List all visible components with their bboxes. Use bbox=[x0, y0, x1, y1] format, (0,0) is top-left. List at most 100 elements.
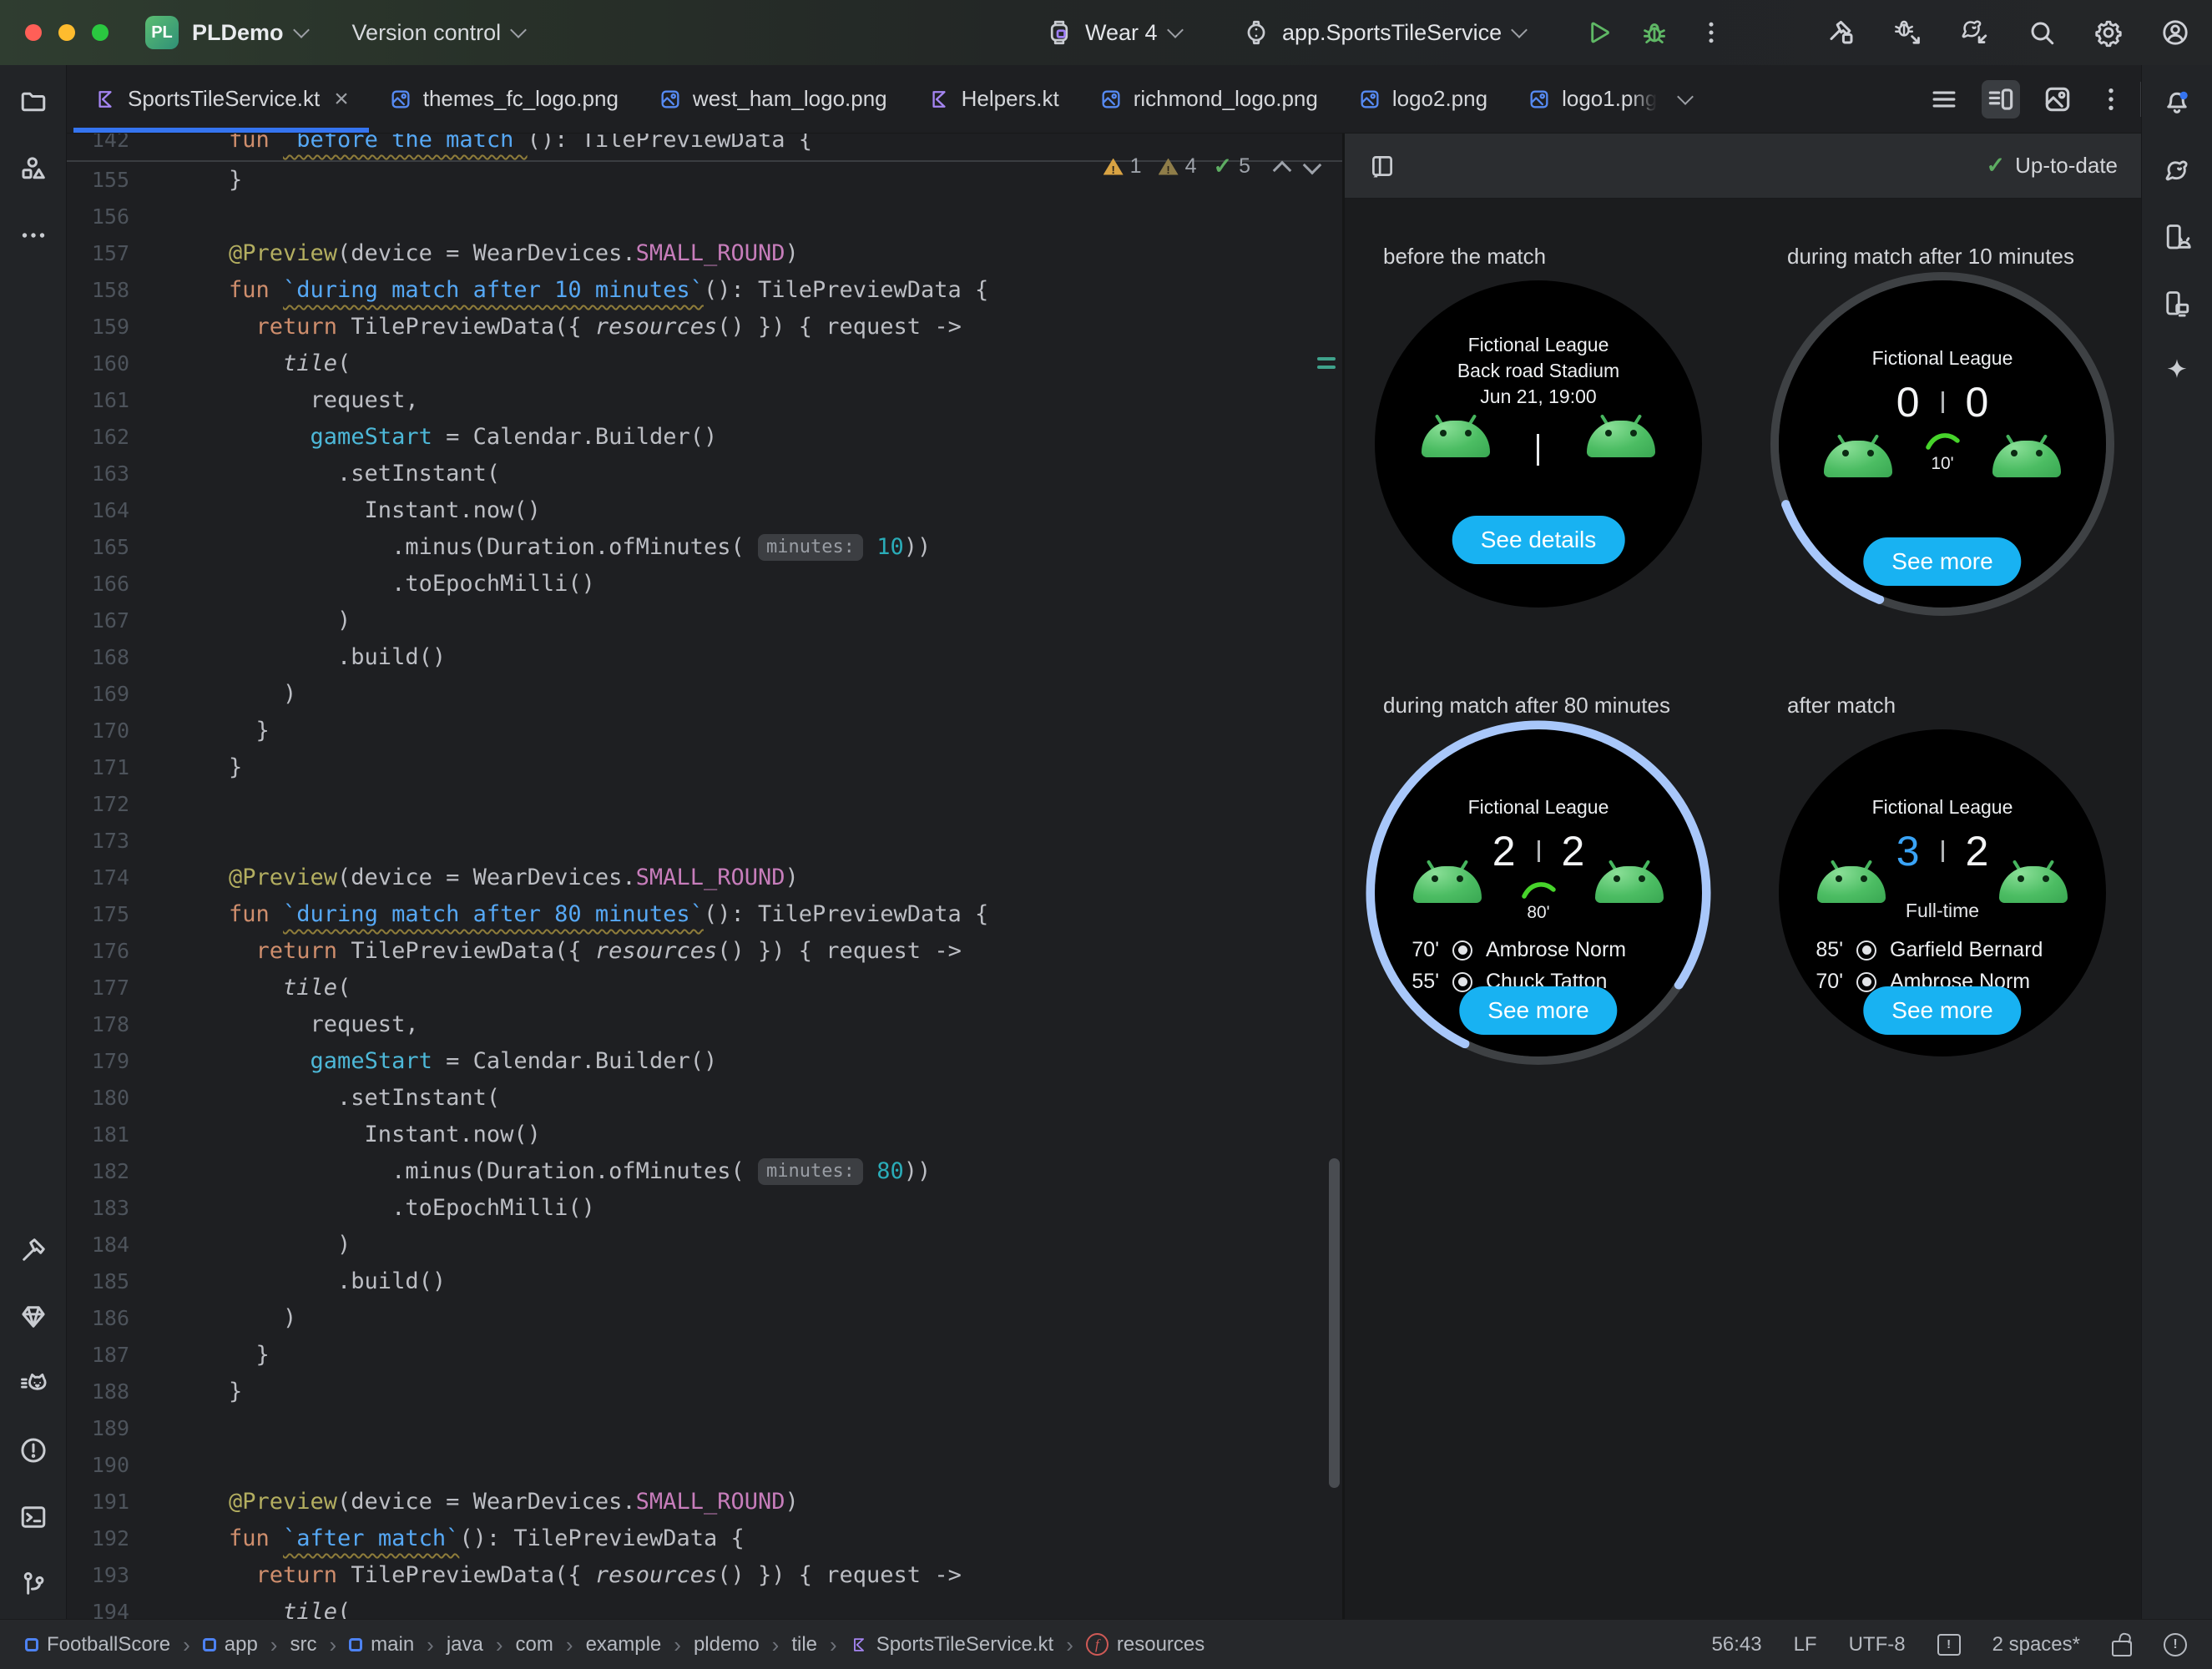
previous-problem-chevron[interactable] bbox=[1272, 160, 1292, 179]
app-quality-insights-icon[interactable] bbox=[13, 1297, 53, 1337]
more-tool-windows-icon[interactable] bbox=[13, 215, 53, 255]
code-line-157[interactable]: 157 @Preview(device = WearDevices.SMALL_R… bbox=[67, 235, 1342, 272]
code-line-180[interactable]: 180 .setInstant( bbox=[67, 1080, 1342, 1117]
circled-exclamation-icon[interactable]: ! bbox=[2164, 1632, 2187, 1656]
breadcrumb-item-java[interactable]: java bbox=[447, 1633, 483, 1656]
code-line-179[interactable]: 179 gameStart = Calendar.Builder() bbox=[67, 1043, 1342, 1080]
close-window-button[interactable] bbox=[25, 24, 42, 41]
code-editor[interactable]: 142 fun `before the match`(): TilePreview… bbox=[67, 134, 1342, 1619]
profile-icon[interactable] bbox=[2160, 18, 2190, 48]
code-line-174[interactable]: 174 @Preview(device = WearDevices.SMALL_R… bbox=[67, 860, 1342, 896]
version-control-tool-icon[interactable] bbox=[13, 1564, 53, 1604]
code-line-181[interactable]: 181 Instant.now() bbox=[67, 1117, 1342, 1153]
code-line-189[interactable]: 189 bbox=[67, 1410, 1342, 1447]
running-devices-icon[interactable] bbox=[2157, 284, 2197, 324]
code-line-191[interactable]: 191 @Preview(device = WearDevices.SMALL_R… bbox=[67, 1484, 1342, 1520]
breadcrumb-item-app[interactable]: app bbox=[202, 1633, 258, 1656]
device-manager-icon[interactable] bbox=[2157, 217, 2197, 257]
zoom-window-button[interactable] bbox=[92, 24, 109, 41]
breadcrumb-item-pldemo[interactable]: pldemo bbox=[694, 1633, 760, 1656]
attach-debugger-icon[interactable] bbox=[1893, 18, 1923, 48]
tab-helpers-kt[interactable]: Helpers.kt bbox=[907, 65, 1079, 133]
code-line-185[interactable]: 185 .build() bbox=[67, 1263, 1342, 1300]
code-line-175[interactable]: 175 fun `during match after 80 minutes`()… bbox=[67, 896, 1342, 933]
unlock-icon[interactable] bbox=[2112, 1640, 2132, 1656]
code-line-165[interactable]: 165 .minus(Duration.ofMinutes( minutes: … bbox=[67, 529, 1342, 566]
tab-logo1-png[interactable]: logo1.png bbox=[1507, 65, 1711, 133]
code-line-188[interactable]: 188} bbox=[67, 1374, 1342, 1410]
editor-scrollbar[interactable] bbox=[1329, 1158, 1340, 1488]
breadcrumb-item-src[interactable]: src bbox=[290, 1633, 316, 1656]
tab-logo2-png[interactable]: logo2.png bbox=[1338, 65, 1507, 133]
code-line-186[interactable]: 186 ) bbox=[67, 1300, 1342, 1337]
close-icon[interactable]: × bbox=[334, 86, 349, 112]
tab-west-ham-logo-png[interactable]: west_ham_logo.png bbox=[639, 65, 907, 133]
breadcrumb-item-sportstileservice-kt[interactable]: SportsTileService.kt bbox=[850, 1633, 1053, 1656]
indent-setting[interactable]: 2 spaces* bbox=[1992, 1633, 2080, 1656]
settings-icon[interactable] bbox=[2093, 18, 2124, 48]
code-line-168[interactable]: 168 .build() bbox=[67, 639, 1342, 676]
preview-layout-icon[interactable] bbox=[1368, 152, 1396, 180]
preview-build-status[interactable]: ✓ Up-to-date bbox=[1987, 153, 2118, 179]
see-more-button[interactable]: See more bbox=[1459, 986, 1618, 1035]
code-line-160[interactable]: 160 tile( bbox=[67, 345, 1342, 382]
device-selector[interactable]: Wear 4 bbox=[1045, 0, 1184, 65]
run-configuration-selector[interactable]: app.SportsTileService bbox=[1242, 0, 1528, 65]
code-line-158[interactable]: 158 fun `during match after 10 minutes`()… bbox=[67, 272, 1342, 309]
breadcrumb-item-tile[interactable]: tile bbox=[791, 1633, 817, 1656]
code-line-162[interactable]: 162 gameStart = Calendar.Builder() bbox=[67, 419, 1342, 456]
split-editor-icon[interactable] bbox=[1982, 79, 2020, 118]
code-line-164[interactable]: 164 Instant.now() bbox=[67, 492, 1342, 529]
resource-manager-icon[interactable] bbox=[13, 149, 53, 189]
gradle-tool-icon[interactable] bbox=[2157, 150, 2197, 190]
code-line-159[interactable]: 159 return TilePreviewData({ resources()… bbox=[67, 309, 1342, 345]
file-encoding[interactable]: UTF-8 bbox=[1849, 1633, 1906, 1656]
notifications-icon[interactable] bbox=[2157, 83, 2197, 124]
see-more-button[interactable]: See more bbox=[1863, 986, 2022, 1035]
code-line-178[interactable]: 178 request, bbox=[67, 1006, 1342, 1043]
breadcrumb-item-resources[interactable]: f resources bbox=[1085, 1633, 1204, 1656]
code-line-167[interactable]: 167 ) bbox=[67, 603, 1342, 639]
chevron-down-icon[interactable] bbox=[1677, 88, 1694, 105]
more-run-actions-icon[interactable] bbox=[1696, 18, 1726, 48]
code-line-190[interactable]: 190 bbox=[67, 1447, 1342, 1484]
build-tool-icon[interactable] bbox=[13, 1230, 53, 1270]
next-problem-chevron[interactable] bbox=[1302, 155, 1322, 174]
terminal-icon[interactable] bbox=[13, 1497, 53, 1537]
code-line-194[interactable]: 194 tile( bbox=[67, 1594, 1342, 1619]
image-preview-icon[interactable] bbox=[2042, 83, 2073, 115]
code-line-161[interactable]: 161 request, bbox=[67, 382, 1342, 419]
breadcrumb-item-main[interactable]: main bbox=[349, 1633, 414, 1656]
editor-more-icon[interactable] bbox=[2095, 83, 2127, 115]
project-tool-icon[interactable] bbox=[13, 82, 53, 122]
project-menu[interactable]: PLDemo bbox=[192, 20, 284, 46]
vcs-menu[interactable]: Version control bbox=[352, 20, 502, 46]
gemini-icon[interactable] bbox=[2157, 350, 2197, 391]
breadcrumb-item-example[interactable]: example bbox=[586, 1633, 662, 1656]
build-hammer-icon[interactable] bbox=[1826, 18, 1856, 48]
tab-richmond-logo-png[interactable]: richmond_logo.png bbox=[1079, 65, 1338, 133]
tab-sportstileservice-kt[interactable]: SportsTileService.kt × bbox=[73, 65, 369, 133]
code-line-156[interactable]: 156 bbox=[67, 199, 1342, 235]
code-line-187[interactable]: 187 } bbox=[67, 1337, 1342, 1374]
breadcrumb-item-com[interactable]: com bbox=[516, 1633, 553, 1656]
code-line-169[interactable]: 169 ) bbox=[67, 676, 1342, 713]
debug-button[interactable] bbox=[1639, 18, 1669, 48]
editor-list-view-icon[interactable] bbox=[1928, 83, 1960, 115]
code-line-170[interactable]: 170 } bbox=[67, 713, 1342, 749]
code-line-173[interactable]: 173 bbox=[67, 823, 1342, 860]
code-line-172[interactable]: 172 bbox=[67, 786, 1342, 823]
tab-themes-fc-logo-png[interactable]: themes_fc_logo.png bbox=[369, 65, 639, 133]
code-line-171[interactable]: 171} bbox=[67, 749, 1342, 786]
code-line-184[interactable]: 184 ) bbox=[67, 1227, 1342, 1263]
inspections-widget[interactable]: 1 4 ✓ 5 bbox=[1103, 154, 1322, 179]
code-line-166[interactable]: 166 .toEpochMilli() bbox=[67, 566, 1342, 603]
minimize-window-button[interactable] bbox=[58, 24, 75, 41]
gradle-sync-icon[interactable] bbox=[1960, 18, 1990, 48]
search-icon[interactable] bbox=[2027, 18, 2057, 48]
problems-icon[interactable] bbox=[13, 1430, 53, 1470]
code-line-193[interactable]: 193 return TilePreviewData({ resources()… bbox=[67, 1557, 1342, 1594]
code-line-182[interactable]: 182 .minus(Duration.ofMinutes( minutes: … bbox=[67, 1153, 1342, 1190]
code-line-183[interactable]: 183 .toEpochMilli() bbox=[67, 1190, 1342, 1227]
code-line-177[interactable]: 177 tile( bbox=[67, 970, 1342, 1006]
